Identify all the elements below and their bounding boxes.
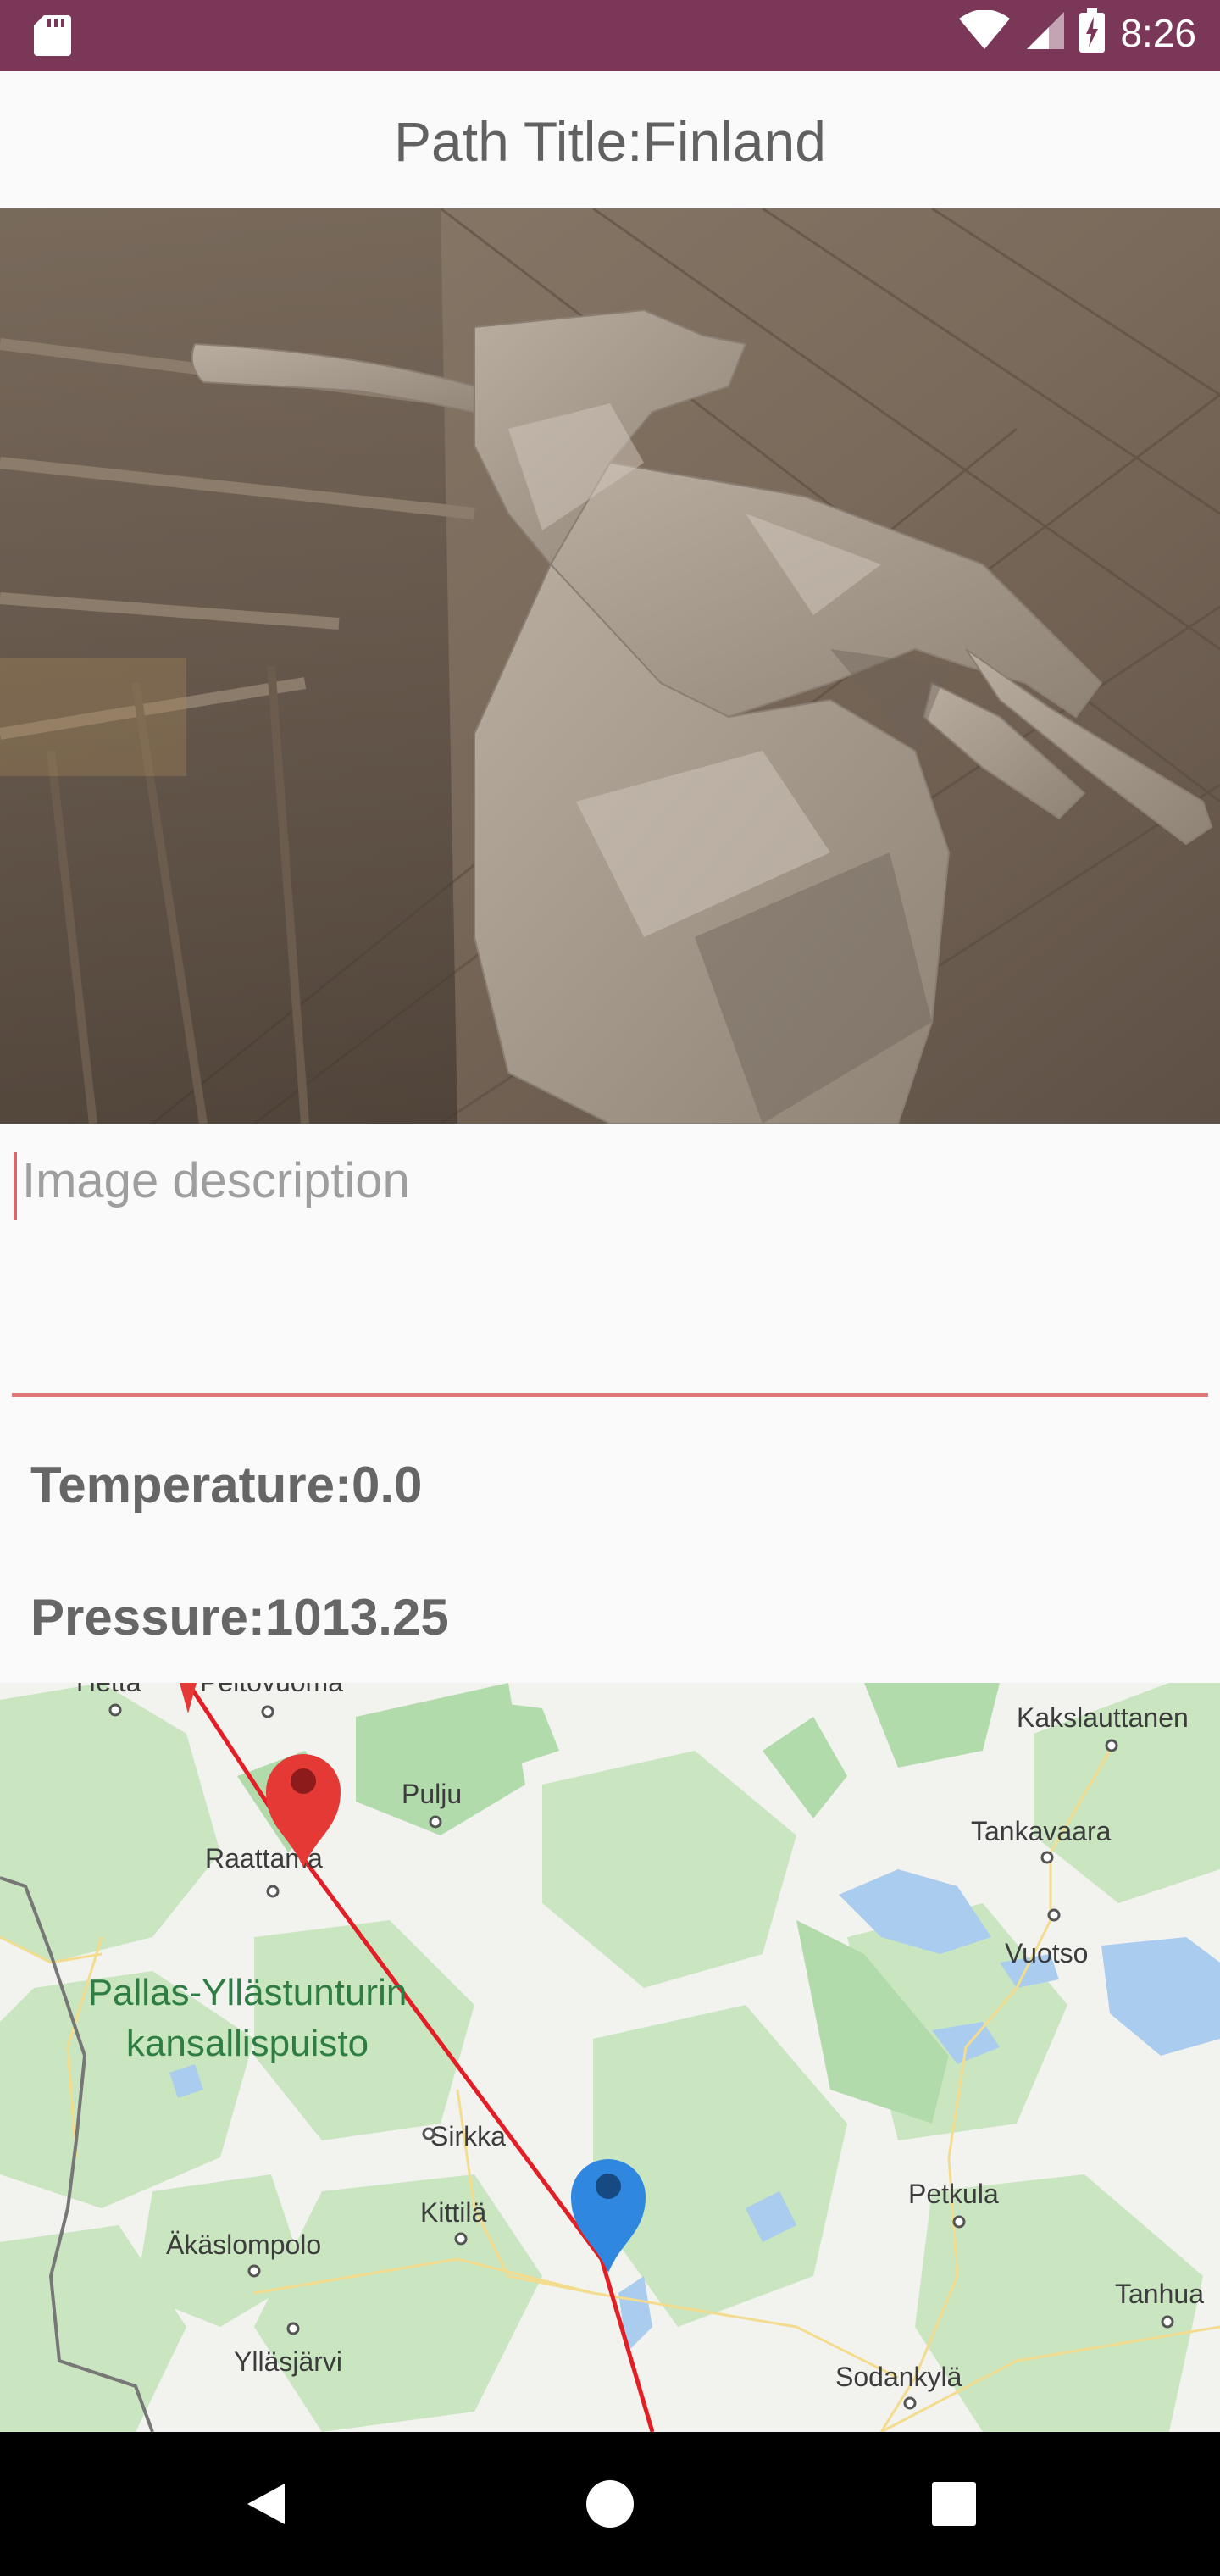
map-label-yllasjarvi: Ylläsjärvi	[234, 2346, 342, 2377]
temperature-label: Temperature:0.0	[30, 1457, 423, 1513]
recents-icon[interactable]	[886, 2432, 1022, 2576]
image-description-field[interactable]	[12, 1124, 1208, 1400]
input-underline	[12, 1393, 1208, 1397]
back-icon[interactable]	[198, 2432, 334, 2576]
home-icon[interactable]	[542, 2432, 678, 2576]
map-label-kittila: Kittilä	[420, 2197, 486, 2228]
wifi-icon	[959, 9, 1011, 55]
status-time: 8:26	[1120, 10, 1196, 55]
map-label-peltovuoma: Peltovuoma	[200, 1683, 343, 1697]
map-label-petkula: Petkula	[908, 2179, 999, 2209]
map-label-vuotso: Vuotso	[1005, 1938, 1088, 1968]
map-label-kakslauttanen: Kakslauttanen	[1017, 1702, 1189, 1733]
image-description-input[interactable]	[22, 1142, 1191, 1219]
map-label-sodankyla: Sodankylä	[835, 2362, 962, 2392]
map-label-park-line1: Pallas-Yllästunturin	[88, 1972, 408, 2013]
page-title: Path Title:Finland	[394, 110, 826, 173]
map-label-tanhua: Tanhua	[1115, 2279, 1204, 2309]
pressure-label: Pressure:1013.25	[30, 1589, 449, 1646]
text-cursor	[14, 1152, 17, 1220]
path-photo[interactable]	[0, 208, 1220, 1124]
app-header: Path Title:Finland	[0, 71, 1220, 210]
map-label-tankavaara: Tankavaara	[971, 1816, 1112, 1846]
map-label-park-line2: kansallispuisto	[126, 2023, 369, 2064]
map-label-hetta: Hetta	[76, 1683, 141, 1697]
route-map[interactable]: Hetta Peltovuoma Pulju Raattama Kakslaut…	[0, 1683, 1220, 2432]
signal-icon	[1025, 10, 1065, 55]
map-label-pulju: Pulju	[402, 1779, 462, 1809]
battery-icon	[1079, 8, 1106, 57]
sd-card-icon	[34, 15, 71, 60]
map-label-sirkka: Sirkka	[430, 2121, 506, 2151]
status-bar: 8:26	[0, 0, 1220, 71]
map-label-akaslompolo: Äkäslompolo	[166, 2229, 321, 2260]
system-nav-bar	[0, 2432, 1220, 2576]
